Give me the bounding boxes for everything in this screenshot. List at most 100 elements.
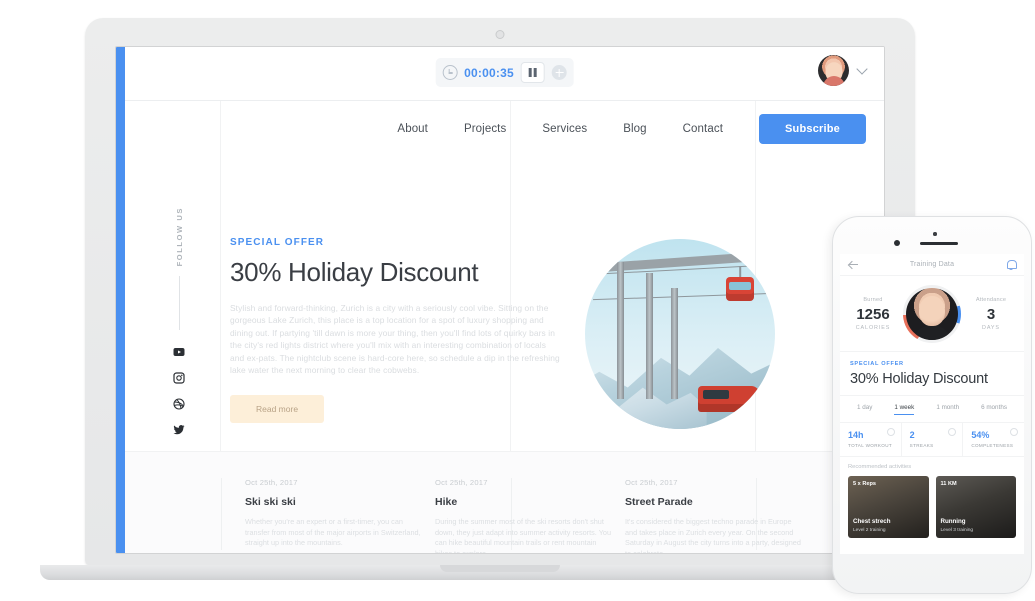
pylon: [670, 288, 678, 399]
metric-streaks: 2 STREAKS: [900, 423, 963, 456]
activity-card-running[interactable]: 11 KM Running Level 3 training: [935, 476, 1016, 538]
read-more-button[interactable]: Read more: [230, 395, 325, 424]
stat-burned: Burned 1256 CALORIES: [850, 297, 896, 331]
activity-subtitle: Level 2 training: [853, 528, 886, 533]
card-date: Oct 25th, 2017: [245, 478, 298, 487]
metrics-row: 14h TOTAL WORKOUT 2 STREAKS 54% COMPLETE…: [840, 423, 1024, 457]
metric-completeness: 54% COMPLETENESS: [962, 423, 1024, 456]
activity-title: Running: [940, 518, 966, 525]
accent-bar: [116, 47, 125, 553]
card-title: Ski ski ski: [245, 496, 296, 508]
follow-us-rail: FOLLOW US: [163, 207, 195, 450]
card-date: Oct 25th, 2017: [435, 478, 488, 487]
card-body: It's considered the biggest techno parad…: [625, 517, 801, 554]
card-title: Street Parade: [625, 496, 693, 508]
twitter-icon[interactable]: [173, 424, 185, 436]
rail-divider: [178, 276, 180, 331]
metric-label: COMPLETENESS: [971, 443, 1014, 448]
pause-icon[interactable]: [520, 62, 545, 83]
activity-badge: 5 x Reps: [853, 481, 877, 487]
nav-item-services[interactable]: Services: [524, 123, 605, 135]
instagram-icon[interactable]: [173, 372, 185, 385]
session-timer[interactable]: 00:00:35: [435, 58, 574, 87]
stat-value: 3: [986, 305, 996, 323]
card-date: Oct 25th, 2017: [625, 478, 678, 487]
article-card[interactable]: Oct 25th, 2017 Ski ski ski Whether you'r…: [245, 478, 422, 549]
pylon: [617, 261, 625, 399]
back-arrow-icon[interactable]: [849, 261, 858, 269]
avatar[interactable]: [818, 55, 849, 86]
tab-1-week[interactable]: 1 week: [894, 404, 915, 415]
period-tabs: 1 day 1 week 1 month 6 months: [840, 396, 1024, 423]
offer-title: 30% Holiday Discount: [850, 371, 988, 387]
laptop-screen: 00:00:35 About Projects Services Blog Co…: [115, 46, 885, 554]
card-body: During the summer most of the ski resort…: [435, 517, 612, 554]
card-title: Hike: [435, 496, 458, 508]
follow-us-label: FOLLOW US: [174, 207, 184, 267]
recommended-heading: Recommended activities: [848, 464, 912, 470]
snow-groomer-vehicle: [697, 385, 760, 412]
laptop-notch: [440, 565, 560, 572]
metric-label: STREAKS: [909, 443, 934, 448]
nav-item-projects[interactable]: Projects: [446, 123, 524, 135]
subscribe-button[interactable]: Subscribe: [759, 114, 866, 144]
bell-icon[interactable]: [1006, 260, 1017, 270]
clock-icon: [442, 65, 458, 80]
screenshot-stage: 00:00:35 About Projects Services Blog Co…: [0, 0, 1035, 601]
activity-subtitle: Level 3 training: [940, 528, 974, 533]
nav-item-blog[interactable]: Blog: [605, 123, 664, 135]
laptop-camera-icon: [495, 30, 505, 39]
tab-1-month[interactable]: 1 month: [936, 404, 959, 415]
gondola-cabin: [726, 277, 755, 301]
dribbble-icon[interactable]: [173, 398, 185, 410]
stat-label: Attendance: [975, 296, 1007, 303]
app-navbar: Training Data: [840, 254, 1024, 276]
app-title: Training Data: [909, 261, 955, 268]
tab-6-months[interactable]: 6 months: [981, 404, 1007, 415]
pylon: [645, 273, 653, 399]
laptop-mockup: 00:00:35 About Projects Services Blog Co…: [40, 18, 960, 580]
timer-value: 00:00:35: [464, 65, 514, 80]
phone-screen: Training Data Burned 1256 CALORIES Atten…: [840, 254, 1024, 554]
clock-icon: [886, 428, 895, 436]
site-navigation: About Projects Services Blog Contact Sub…: [125, 101, 884, 157]
ski-cable-car-photo: [585, 239, 775, 429]
phone-camera-icon: [894, 240, 900, 246]
avatar[interactable]: [903, 284, 961, 343]
phone-speaker-grille: [920, 242, 958, 245]
website-page: 00:00:35 About Projects Services Blog Co…: [125, 47, 884, 553]
stat-unit: DAYS: [982, 324, 1000, 331]
training-summary: Burned 1256 CALORIES Attendance 3 DAYS: [840, 276, 1024, 352]
article-card[interactable]: Oct 25th, 2017 Hike During the summer mo…: [435, 478, 612, 554]
page-title: 30% Holiday Discount: [230, 257, 479, 287]
card-divider: [221, 478, 222, 550]
article-card[interactable]: Oct 25th, 2017 Street Parade It's consid…: [625, 478, 802, 554]
stat-label: Burned: [863, 296, 883, 303]
phone-sensor-icon: [933, 232, 937, 236]
tab-1-day[interactable]: 1 day: [857, 404, 872, 415]
articles-strip: Oct 25th, 2017 Ski ski ski Whether you'r…: [125, 451, 884, 553]
nav-item-about[interactable]: About: [379, 123, 446, 135]
activities-row: 5 x Reps Chest strech Level 2 training 1…: [840, 470, 1024, 546]
metric-value: 14h: [848, 430, 864, 440]
user-menu[interactable]: [818, 55, 868, 86]
activity-title: Chest strech: [853, 518, 891, 525]
offer-eyebrow: SPECIAL OFFER: [850, 361, 904, 367]
hero-section: SPECIAL OFFER 30% Holiday Discount Styli…: [230, 237, 560, 424]
activity-card-chest-stretch[interactable]: 5 x Reps Chest strech Level 2 training: [848, 476, 929, 538]
stat-unit: CALORIES: [855, 324, 891, 331]
chevron-down-icon[interactable]: [856, 62, 868, 75]
browser-topbar: 00:00:35: [125, 47, 884, 101]
offer-banner: SPECIAL OFFER 30% Holiday Discount: [840, 352, 1024, 396]
check-circle-icon: [1010, 428, 1019, 436]
stat-attendance: Attendance 3 DAYS: [968, 297, 1014, 331]
nav-item-contact[interactable]: Contact: [665, 123, 741, 135]
stat-value: 1256: [856, 305, 890, 323]
plus-circle-icon[interactable]: [551, 65, 567, 80]
star-icon: [948, 428, 957, 436]
hero-eyebrow: SPECIAL OFFER: [230, 237, 325, 248]
phone-mockup: Training Data Burned 1256 CALORIES Atten…: [832, 216, 1032, 594]
youtube-icon[interactable]: [173, 346, 185, 358]
metric-label: TOTAL WORKOUT: [848, 443, 893, 448]
activity-badge: 11 KM: [940, 481, 957, 487]
